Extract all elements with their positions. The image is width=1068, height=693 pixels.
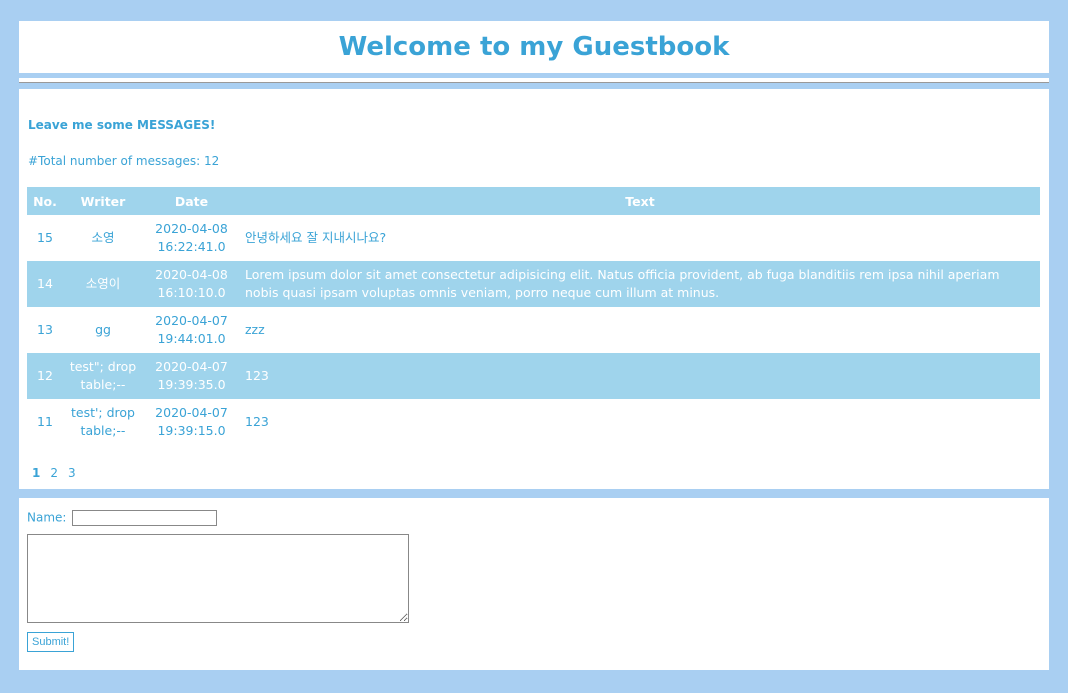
table-row: 14 소영이 2020-04-08 16:10:10.0 Lorem ipsum … — [27, 261, 1040, 307]
header-panel: Welcome to my Guestbook — [19, 21, 1049, 73]
row-date-time: 16:22:41.0 — [157, 239, 226, 254]
column-header-no: No. — [27, 187, 63, 215]
column-header-text: Text — [240, 187, 1040, 215]
row-date-day: 2020-04-08 — [155, 221, 228, 236]
row-text: zzz — [240, 307, 1040, 353]
messages-lead: Leave me some MESSAGES! — [28, 118, 216, 132]
row-text: 안녕하세요 잘 지내시나요? — [240, 215, 1040, 261]
table-header-row: No. Writer Date Text — [27, 187, 1040, 215]
row-no: 15 — [27, 215, 63, 261]
submit-button[interactable]: Submit! — [27, 632, 75, 652]
name-input[interactable] — [72, 510, 218, 526]
column-header-date: Date — [143, 187, 240, 215]
page-title: Welcome to my Guestbook — [338, 32, 730, 62]
row-writer: 소영 — [63, 215, 143, 261]
row-writer: test"; drop table;-- — [63, 353, 143, 399]
row-date-time: 19:44:01.0 — [157, 331, 226, 346]
page-link-1[interactable]: 1 — [32, 466, 40, 480]
row-date: 2020-04-07 19:39:35.0 — [143, 353, 240, 399]
row-date-day: 2020-04-07 — [155, 313, 228, 328]
row-no: 12 — [27, 353, 63, 399]
message-form-panel: Name: Submit! — [19, 498, 1049, 670]
column-header-writer: Writer — [63, 187, 143, 215]
table-row: 11 test'; drop table;-- 2020-04-07 19:39:… — [27, 399, 1040, 445]
table-row: 15 소영 2020-04-08 16:22:41.0 안녕하세요 잘 지내시나요… — [27, 215, 1040, 261]
name-row: Name: — [27, 510, 218, 526]
messages-table: No. Writer Date Text 15 소영 2020-04-08 16:… — [27, 187, 1040, 445]
row-writer: 소영이 — [63, 261, 143, 307]
row-text: Lorem ipsum dolor sit amet consectetur a… — [240, 261, 1040, 307]
row-date: 2020-04-07 19:39:15.0 — [143, 399, 240, 445]
row-date-day: 2020-04-07 — [155, 405, 228, 420]
row-date: 2020-04-07 19:44:01.0 — [143, 307, 240, 353]
table-row: 13 gg 2020-04-07 19:44:01.0 zzz — [27, 307, 1040, 353]
row-writer: gg — [63, 307, 143, 353]
row-writer: test'; drop table;-- — [63, 399, 143, 445]
row-date-time: 16:10:10.0 — [157, 285, 226, 300]
row-date-day: 2020-04-08 — [155, 267, 228, 282]
messages-panel: Leave me some MESSAGES! #Total number of… — [19, 89, 1049, 489]
message-textarea[interactable] — [27, 534, 409, 623]
name-label: Name: — [27, 510, 67, 525]
row-no: 11 — [27, 399, 63, 445]
header-divider — [19, 78, 1049, 83]
row-no: 13 — [27, 307, 63, 353]
row-date-time: 19:39:15.0 — [157, 423, 226, 438]
row-date-day: 2020-04-07 — [155, 359, 228, 374]
pagination: 123 — [32, 466, 86, 480]
table-row: 12 test"; drop table;-- 2020-04-07 19:39:… — [27, 353, 1040, 399]
row-date-time: 19:39:35.0 — [157, 377, 226, 392]
page-link-2[interactable]: 2 — [50, 466, 58, 480]
row-text: 123 — [240, 353, 1040, 399]
total-messages-count: #Total number of messages: 12 — [28, 154, 220, 168]
page-link-3[interactable]: 3 — [68, 466, 76, 480]
row-no: 14 — [27, 261, 63, 307]
row-date: 2020-04-08 16:10:10.0 — [143, 261, 240, 307]
row-date: 2020-04-08 16:22:41.0 — [143, 215, 240, 261]
row-text: 123 — [240, 399, 1040, 445]
